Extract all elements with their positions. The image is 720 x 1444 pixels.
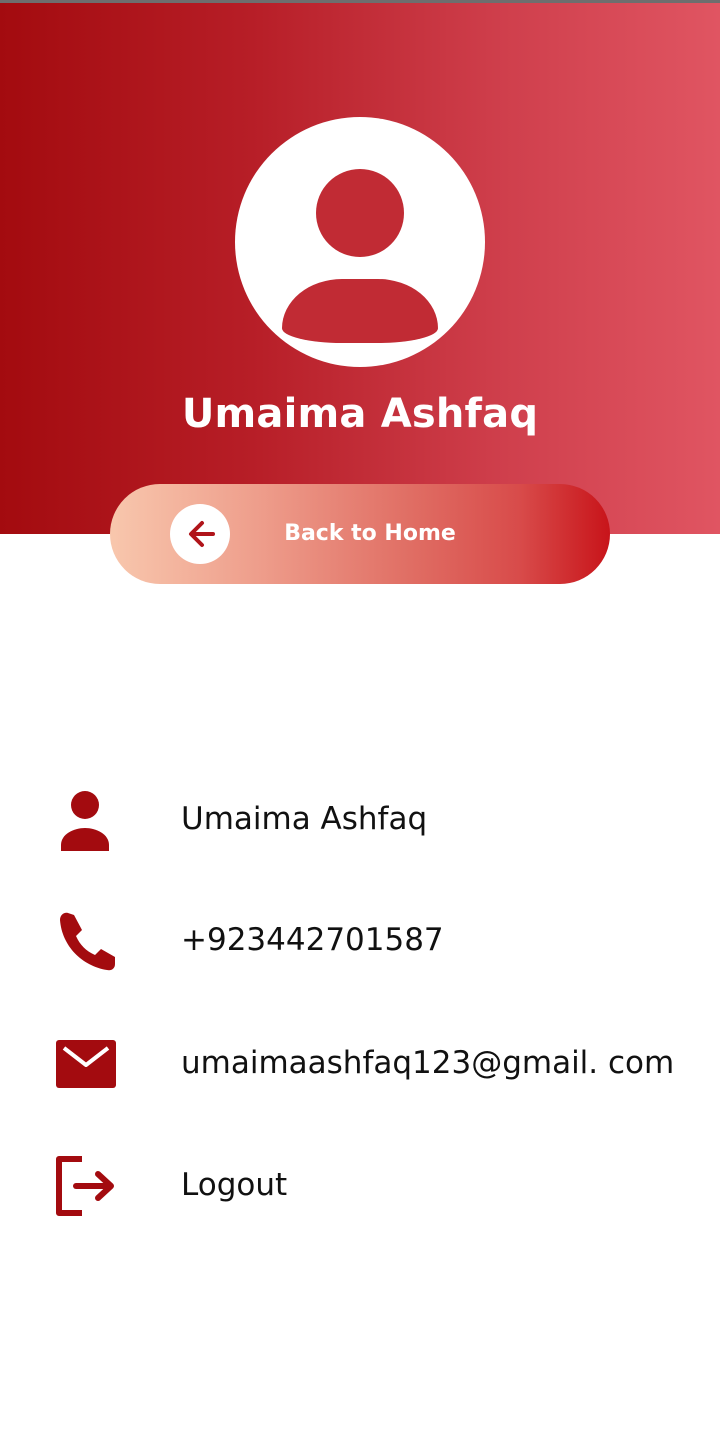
phone-value: +923442701587 [181,922,444,958]
avatar-body [282,279,438,343]
profile-name: Umaima Ashfaq [181,391,539,437]
avatar-head [316,169,404,257]
mail-icon [56,1040,116,1088]
name-value: Umaima Ashfaq [181,801,428,837]
arrow-left-icon [189,521,215,547]
person-icon [61,791,109,851]
email-value: umaimaashfaq123@gmail. com [181,1045,675,1081]
name-row: Umaima Ashfaq [0,779,720,859]
logout-label[interactable]: Logout [181,1145,287,1225]
profile-header: Umaima Ashfaq [0,3,720,534]
back-to-home-label: Back to Home [284,521,456,546]
back-to-home-button[interactable]: Back to Home [110,484,610,584]
back-icon-circle [170,504,230,564]
logout-icon [56,1156,114,1216]
phone-icon [60,912,115,971]
user-avatar-icon [235,117,485,367]
phone-row: +923442701587 [0,900,720,980]
logout-row[interactable]: Logout [0,1145,720,1225]
email-row: umaimaashfaq123@gmail. com [0,1023,720,1103]
